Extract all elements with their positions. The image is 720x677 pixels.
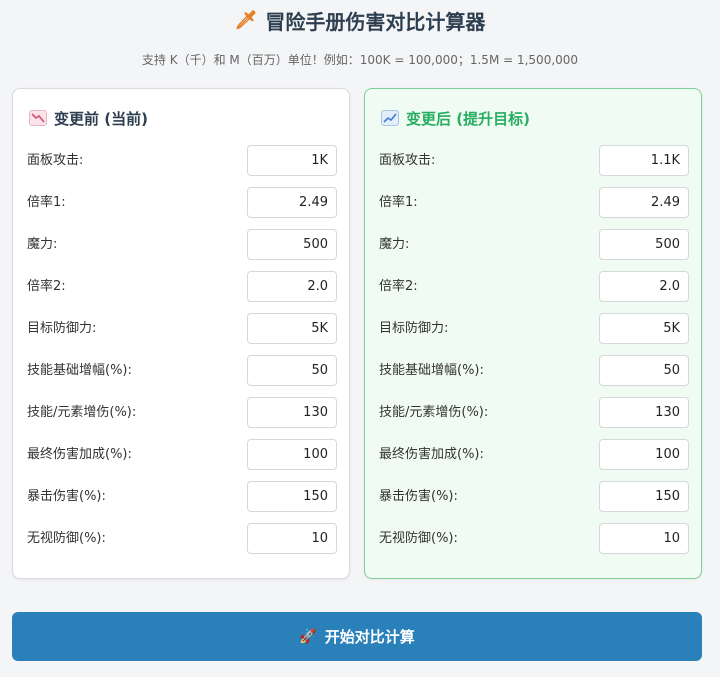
field-label: 面板攻击: (379, 153, 436, 168)
magic-input[interactable]: 500 (247, 229, 337, 260)
field-label: 暴击伤害(%): (27, 489, 106, 504)
field-row: 技能基础增幅(%): 50 (379, 355, 689, 387)
before-panel: 变更前 (当前) 面板攻击: 1K 倍率1: 2.49 魔力: 500 倍率2:… (12, 88, 350, 579)
field-row: 魔力: 500 (379, 229, 689, 261)
field-label: 目标防御力: (379, 321, 449, 336)
chart-decreasing-icon (29, 110, 47, 126)
field-label: 倍率1: (27, 195, 66, 210)
field-row: 目标防御力: 5K (27, 313, 337, 345)
chart-increasing-icon (381, 110, 399, 126)
field-label: 技能/元素增伤(%): (379, 405, 489, 420)
before-title-text: 变更前 (当前) (54, 109, 148, 128)
field-row: 暴击伤害(%): 150 (379, 481, 689, 513)
field-row: 无视防御(%): 10 (379, 523, 689, 555)
ignore-defense-input[interactable]: 10 (247, 523, 337, 554)
field-row: 倍率1: 2.49 (27, 187, 337, 219)
multiplier1-input[interactable]: 2.49 (247, 187, 337, 218)
comparison-panels: 变更前 (当前) 面板攻击: 1K 倍率1: 2.49 魔力: 500 倍率2:… (12, 88, 702, 579)
unit-hint: 支持 K（千）和 M（百万）单位！例如：100K = 100,000；1.5M … (141, 53, 579, 67)
after-panel-title: 变更后 (提升目标) (381, 107, 530, 129)
skill-base-boost-input[interactable]: 50 (247, 355, 337, 386)
field-label: 面板攻击: (27, 153, 84, 168)
multiplier2-input[interactable]: 2.0 (247, 271, 337, 302)
field-row: 技能/元素增伤(%): 130 (27, 397, 337, 429)
before-panel-title: 变更前 (当前) (29, 107, 148, 129)
crit-damage-input[interactable]: 150 (599, 481, 689, 512)
field-row: 技能基础增幅(%): 50 (27, 355, 337, 387)
field-label: 无视防御(%): (27, 531, 106, 546)
field-label: 技能基础增幅(%): (379, 363, 484, 378)
field-label: 技能基础增幅(%): (27, 363, 132, 378)
field-label: 倍率1: (379, 195, 418, 210)
field-label: 目标防御力: (27, 321, 97, 336)
final-damage-input[interactable]: 100 (247, 439, 337, 470)
field-row: 魔力: 500 (27, 229, 337, 261)
field-label: 无视防御(%): (379, 531, 458, 546)
field-row: 最终伤害加成(%): 100 (379, 439, 689, 471)
skill-element-damage-input[interactable]: 130 (247, 397, 337, 428)
target-defense-input[interactable]: 5K (599, 313, 689, 344)
field-row: 倍率1: 2.49 (379, 187, 689, 219)
field-label: 魔力: (379, 237, 410, 252)
field-row: 倍率2: 2.0 (27, 271, 337, 303)
ignore-defense-input[interactable]: 10 (599, 523, 689, 554)
field-label: 倍率2: (379, 279, 418, 294)
field-row: 无视防御(%): 10 (27, 523, 337, 555)
field-row: 最终伤害加成(%): 100 (27, 439, 337, 471)
after-title-text: 变更后 (提升目标) (406, 109, 530, 128)
field-row: 暴击伤害(%): 150 (27, 481, 337, 513)
field-row: 倍率2: 2.0 (379, 271, 689, 303)
sword-icon: 🗡 (234, 9, 258, 31)
after-panel: 变更后 (提升目标) 面板攻击: 1.1K 倍率1: 2.49 魔力: 500 … (364, 88, 702, 579)
start-compare-button[interactable]: 🚀 开始对比计算 (12, 612, 702, 661)
page-title: 🗡 冒险手册伤害对比计算器 (235, 6, 486, 34)
panel-attack-input[interactable]: 1.1K (599, 145, 689, 176)
multiplier2-input[interactable]: 2.0 (599, 271, 689, 302)
rocket-icon: 🚀 (299, 628, 317, 645)
start-compare-label: 开始对比计算 (324, 628, 415, 646)
field-label: 魔力: (27, 237, 58, 252)
field-label: 最终伤害加成(%): (379, 447, 484, 462)
field-label: 倍率2: (27, 279, 66, 294)
skill-base-boost-input[interactable]: 50 (599, 355, 689, 386)
page-title-text: 冒险手册伤害对比计算器 (265, 9, 486, 34)
field-label: 暴击伤害(%): (379, 489, 458, 504)
field-label: 最终伤害加成(%): (27, 447, 132, 462)
magic-input[interactable]: 500 (599, 229, 689, 260)
target-defense-input[interactable]: 5K (247, 313, 337, 344)
multiplier1-input[interactable]: 2.49 (599, 187, 689, 218)
header: 🗡 冒险手册伤害对比计算器 支持 K（千）和 M（百万）单位！例如：100K =… (0, 0, 720, 68)
panel-attack-input[interactable]: 1K (247, 145, 337, 176)
field-row: 面板攻击: 1K (27, 145, 337, 177)
field-row: 技能/元素增伤(%): 130 (379, 397, 689, 429)
field-row: 目标防御力: 5K (379, 313, 689, 345)
skill-element-damage-input[interactable]: 130 (599, 397, 689, 428)
field-label: 技能/元素增伤(%): (27, 405, 137, 420)
field-row: 面板攻击: 1.1K (379, 145, 689, 177)
final-damage-input[interactable]: 100 (599, 439, 689, 470)
crit-damage-input[interactable]: 150 (247, 481, 337, 512)
